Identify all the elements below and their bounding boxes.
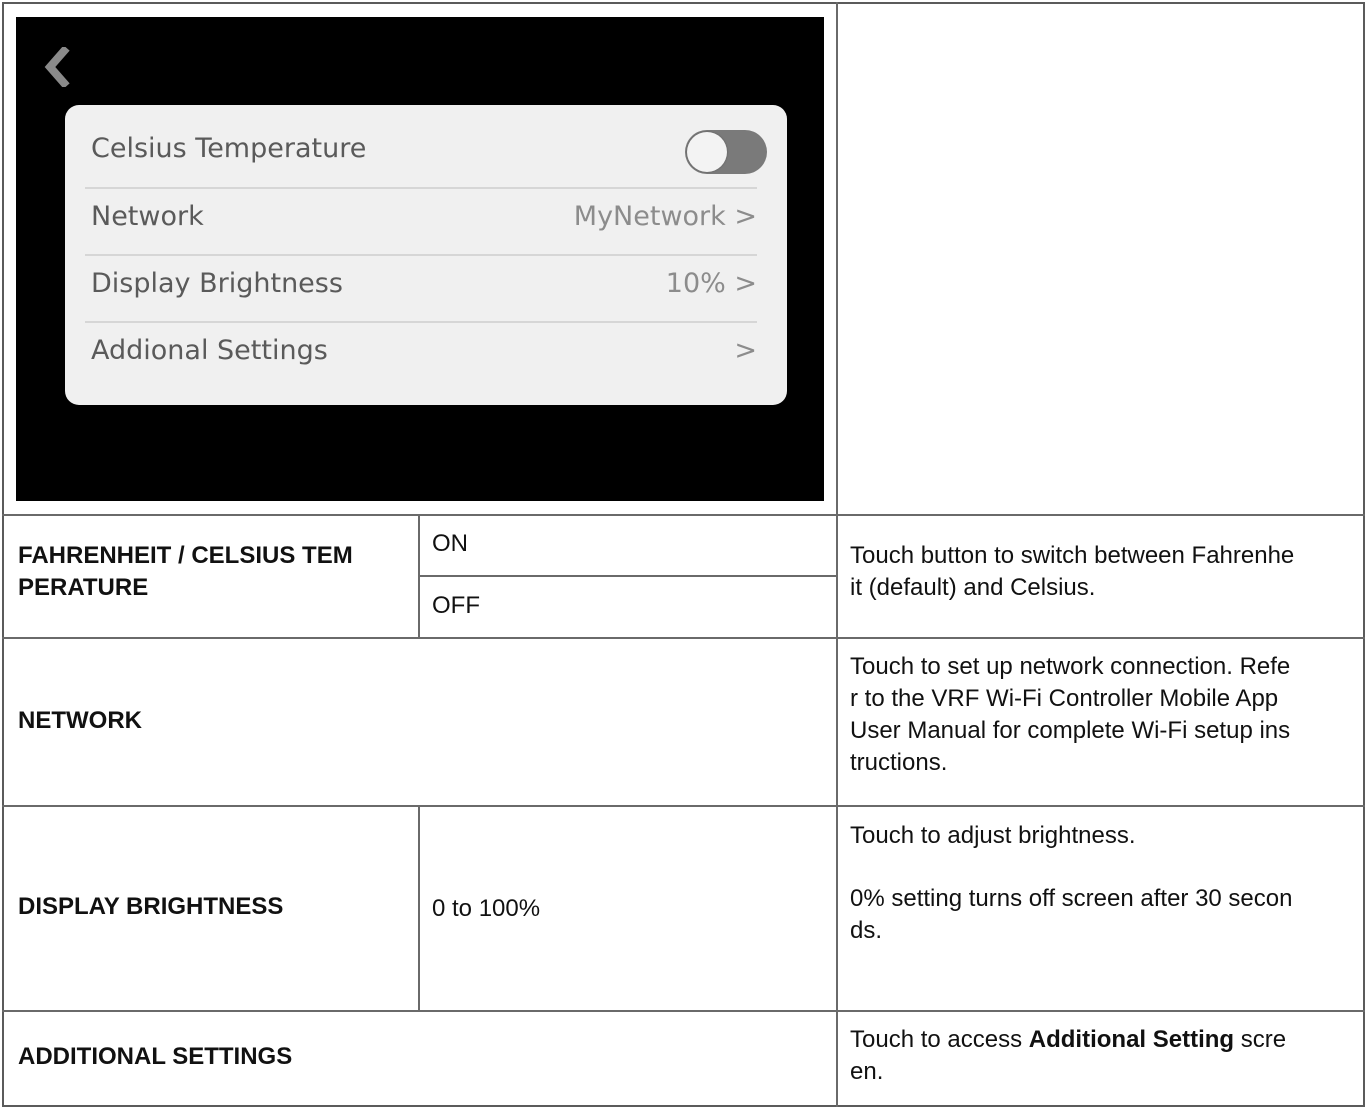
setting-name: ADDITIONAL SETTINGS	[18, 1043, 293, 1070]
table-divider	[420, 575, 836, 577]
network-row[interactable]: Network MyNetwork >	[91, 187, 757, 253]
option-on: ON	[432, 530, 468, 557]
setting-description: Touch to set up network connection. Refe…	[850, 653, 1291, 776]
setting-description: Touch to access Additional Setting scre …	[850, 1024, 1286, 1088]
device-screen: Celsius Temperature Network MyNetwork > …	[16, 17, 824, 501]
setting-description-note: 0% setting turns off screen after 30 sec…	[850, 885, 1293, 944]
option-off: OFF	[432, 592, 480, 619]
row-value: MyNetwork >	[573, 201, 757, 232]
table-divider	[2, 637, 1365, 639]
description-prefix: Touch to access	[850, 1026, 1029, 1053]
row-value: 10% >	[665, 268, 757, 299]
table-divider	[2, 805, 1365, 807]
settings-card: Celsius Temperature Network MyNetwork > …	[65, 105, 787, 405]
table-divider	[2, 1010, 1365, 1012]
row-value: >	[734, 335, 757, 366]
setting-name: NETWORK	[18, 707, 142, 734]
display-brightness-row[interactable]: Display Brightness 10% >	[91, 254, 757, 320]
row-label: Network	[91, 201, 204, 232]
setting-name: FAHRENHEIT / CELSIUS TEM PERATURE	[18, 542, 353, 601]
row-label: Display Brightness	[91, 268, 343, 299]
table-divider	[2, 514, 1365, 516]
additional-settings-row[interactable]: Addional Settings >	[91, 321, 757, 387]
toggle-knob	[687, 132, 727, 172]
table-divider	[418, 806, 420, 1011]
setting-description: Touch to adjust brightness.	[850, 822, 1136, 849]
celsius-temperature-row[interactable]: Celsius Temperature	[91, 119, 757, 185]
celsius-toggle[interactable]	[685, 130, 767, 174]
setting-description: Touch button to switch between Fahrenhe …	[850, 542, 1295, 601]
table-divider	[836, 2, 838, 1107]
chevron-left-icon[interactable]	[42, 47, 72, 87]
option-range: 0 to 100%	[432, 895, 541, 922]
description-bold: Additional Setting	[1028, 1026, 1235, 1053]
row-label: Celsius Temperature	[91, 133, 367, 164]
table-divider	[418, 515, 420, 639]
row-label: Addional Settings	[91, 335, 328, 366]
setting-name: DISPLAY BRIGHTNESS	[18, 893, 284, 920]
